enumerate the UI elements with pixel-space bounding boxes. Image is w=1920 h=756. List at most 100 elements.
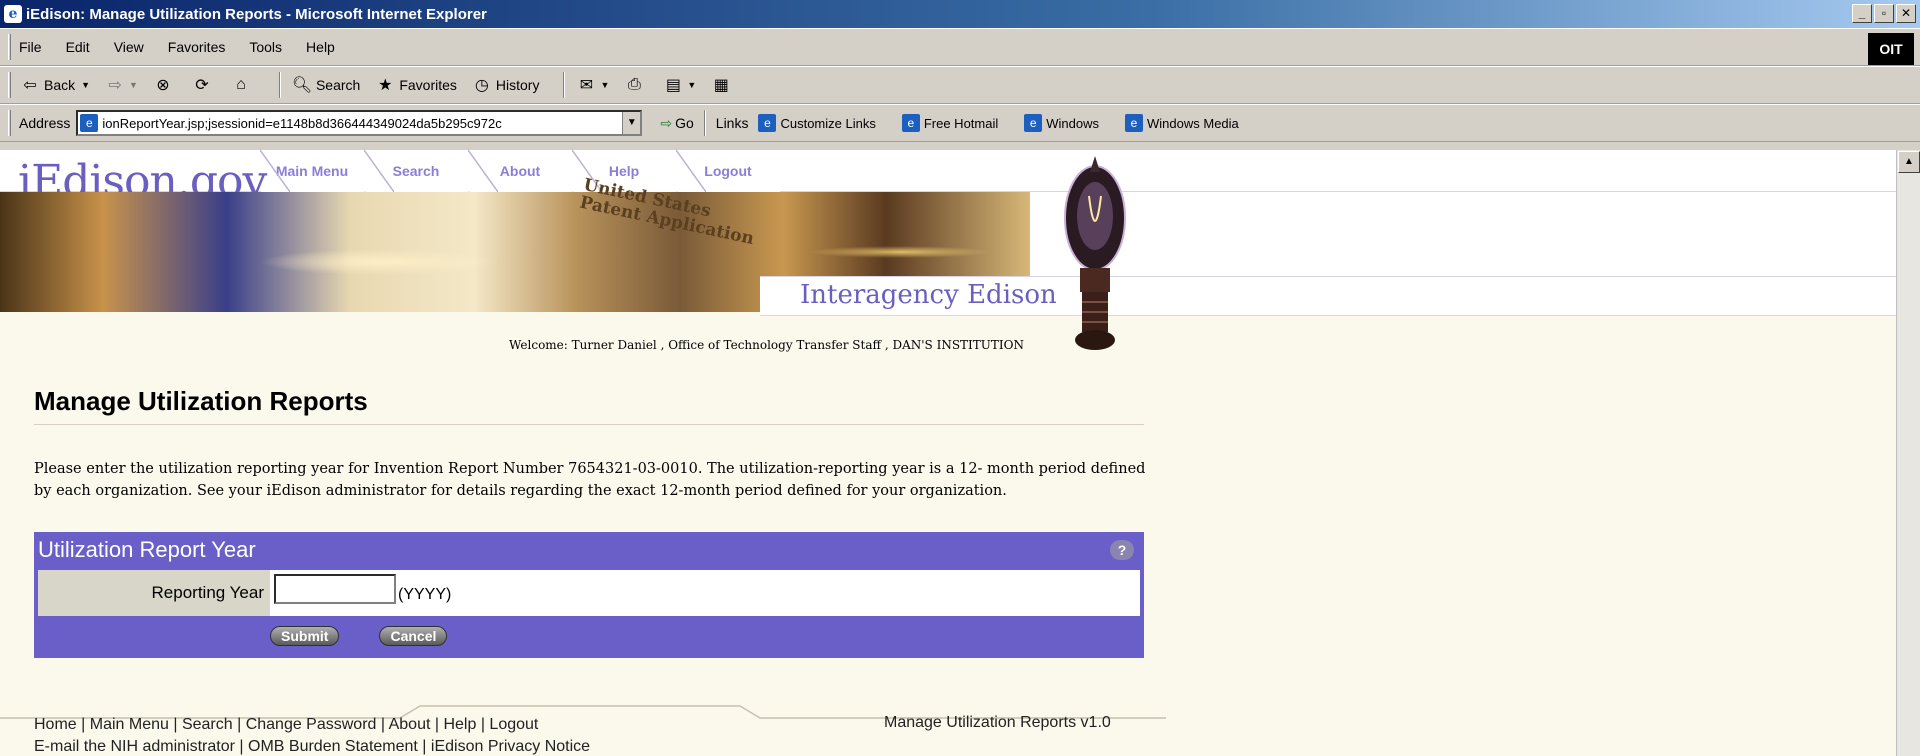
nav-logout[interactable]: Logout — [676, 150, 780, 192]
window-title: iEdison: Manage Utilization Reports - Mi… — [26, 5, 487, 23]
intro-paragraph: Please enter the utilization reporting y… — [34, 461, 1146, 499]
help-icon[interactable]: ? — [1110, 540, 1134, 560]
footer-row-1: Home | Main Menu | Search | Change Passw… — [34, 716, 539, 733]
search-button[interactable]: 🔍︎ Search — [291, 74, 361, 96]
forward-button[interactable]: ⇨ ▼ — [104, 74, 138, 96]
address-input[interactable]: e ionReportYear.jsp;jsessionid=e1148b8d3… — [76, 110, 643, 136]
address-label: Address — [19, 115, 71, 131]
address-dropdown-icon[interactable]: ▼ — [622, 112, 641, 134]
footer-link-omb-burden[interactable]: OMB Burden Statement — [248, 738, 418, 755]
go-label: Go — [675, 115, 694, 131]
favorites-label: Favorites — [399, 77, 457, 93]
link-windows[interactable]: e Windows — [1024, 114, 1099, 132]
nav-main-menu[interactable]: Main Menu — [260, 150, 364, 192]
print-button[interactable]: ⎙ — [623, 74, 648, 96]
cancel-button[interactable]: Cancel — [379, 626, 448, 646]
version-label: Manage Utilization Reports v1.0 — [884, 714, 1111, 731]
link-customize-links[interactable]: e Customize Links — [758, 114, 876, 132]
discuss-icon: ▦ — [713, 77, 729, 94]
link-windows-media[interactable]: e Windows Media — [1125, 114, 1239, 132]
link-label: Windows — [1046, 115, 1100, 131]
chevron-down-icon: ▼ — [81, 80, 91, 90]
welcome-text: Welcome: Turner Daniel , Office of Techn… — [509, 338, 1024, 352]
page-icon: e — [1024, 114, 1043, 132]
link-free-hotmail[interactable]: e Free Hotmail — [901, 114, 999, 132]
footer-links: Home | Main Menu | Search | Change Passw… — [34, 714, 590, 756]
ie-icon: e — [4, 5, 22, 23]
footer-link-logout[interactable]: Logout — [489, 716, 538, 733]
address-url: ionReportYear.jsp;jsessionid=e1148b8d366… — [102, 115, 502, 131]
footer-link-home[interactable]: Home — [34, 716, 77, 733]
close-button[interactable]: ✕ — [1896, 4, 1916, 23]
footer-row-2: E-mail the NIH administrator | OMB Burde… — [34, 738, 591, 755]
footer-link-about[interactable]: About — [389, 716, 431, 733]
go-button[interactable]: ⇨ Go — [660, 115, 693, 132]
home-icon: ⌂ — [236, 76, 246, 93]
year-format-hint: (YYYY) — [398, 586, 452, 603]
top-nav: Main Menu Search About Help Logout — [260, 150, 780, 192]
stop-button[interactable]: ⊗ — [152, 74, 177, 96]
history-label: History — [495, 77, 540, 93]
menu-file[interactable]: File — [19, 39, 42, 55]
mail-button[interactable]: ✉ ▼ — [575, 74, 610, 96]
reporting-year-input[interactable] — [274, 574, 396, 604]
browser-chrome: File Edit View Favorites Tools Help OIT … — [0, 28, 1920, 150]
footer-link-main-menu[interactable]: Main Menu — [90, 716, 169, 733]
chevron-down-icon: ▼ — [129, 80, 138, 90]
footer-link-privacy[interactable]: iEdison Privacy Notice — [431, 738, 590, 755]
home-button[interactable]: ⌂ — [230, 74, 255, 96]
mail-icon: ✉ — [579, 77, 594, 94]
favorites-icon: ★ — [378, 77, 393, 94]
form-buttons: Submit Cancel — [270, 626, 1144, 646]
panel-header: Utilization Report Year ? — [34, 532, 1144, 568]
go-arrow-icon: ⇨ — [660, 114, 673, 131]
footer-link-change-password[interactable]: Change Password — [246, 716, 377, 733]
minimize-button[interactable]: _ — [1852, 4, 1872, 23]
search-icon: 🔍︎ — [291, 77, 313, 94]
nav-search[interactable]: Search — [364, 150, 468, 192]
menu-edit[interactable]: Edit — [66, 39, 90, 55]
edit-button[interactable]: ▤ ▼ — [662, 74, 696, 96]
menu-help[interactable]: Help — [306, 39, 335, 55]
search-label: Search — [315, 77, 361, 93]
reporting-year-row: Reporting Year (YYYY) — [38, 570, 1140, 616]
discuss-button[interactable]: ▦ — [710, 74, 735, 96]
history-icon: ◷ — [474, 77, 489, 94]
nav-about[interactable]: About — [468, 150, 572, 192]
title-divider — [34, 424, 1144, 425]
maximize-button[interactable]: ▫ — [1874, 4, 1894, 23]
refresh-button[interactable]: ⟳ — [191, 74, 216, 96]
forward-arrow-icon: ⇨ — [108, 77, 122, 94]
links-label: Links — [715, 115, 749, 131]
page-viewport: iEdison.gov Main Menu Search About Help … — [0, 150, 1896, 756]
welcome-message: Welcome: Turner Daniel , Office of Techn… — [0, 338, 1030, 352]
submit-button[interactable]: Submit — [270, 626, 340, 646]
chevron-down-icon: ▼ — [687, 80, 697, 90]
back-label: Back — [44, 77, 76, 93]
page-icon: e — [758, 114, 777, 132]
menu-favorites[interactable]: Favorites — [168, 39, 226, 55]
link-label: Customize Links — [780, 115, 876, 131]
refresh-icon: ⟳ — [195, 77, 209, 94]
edit-icon: ▤ — [665, 77, 681, 94]
favorites-button[interactable]: ★ Favorites — [374, 74, 457, 96]
history-button[interactable]: ◷ History — [471, 74, 540, 96]
footer-link-help[interactable]: Help — [443, 716, 476, 733]
standard-toolbar: ⇦ Back ▼ ⇨ ▼ ⊗ ⟳ ⌂ 🔍︎ Search ★ Favorites… — [0, 66, 1920, 104]
back-button[interactable]: ⇦ Back ▼ — [19, 74, 90, 96]
stop-icon: ⊗ — [156, 77, 170, 94]
window-title-bar: e iEdison: Manage Utilization Reports - … — [0, 0, 1920, 28]
footer-link-email-admin[interactable]: E-mail the NIH administrator — [34, 738, 235, 755]
tagline: Interagency Edison — [800, 280, 1057, 310]
vertical-scrollbar[interactable]: ▲ — [1896, 150, 1920, 756]
oit-logo: OIT — [1868, 33, 1914, 65]
menu-bar: File Edit View Favorites Tools Help OIT — [0, 28, 1920, 66]
scroll-up-icon[interactable]: ▲ — [1898, 151, 1920, 173]
link-label: Free Hotmail — [923, 115, 999, 131]
menu-view[interactable]: View — [114, 39, 144, 55]
address-bar: Address e ionReportYear.jsp;jsessionid=e… — [0, 104, 1920, 142]
menu-tools[interactable]: Tools — [249, 39, 282, 55]
footer-link-search[interactable]: Search — [182, 716, 233, 733]
utilization-form-panel: Utilization Report Year ? Reporting Year… — [34, 532, 1144, 658]
back-arrow-icon: ⇦ — [23, 77, 37, 94]
